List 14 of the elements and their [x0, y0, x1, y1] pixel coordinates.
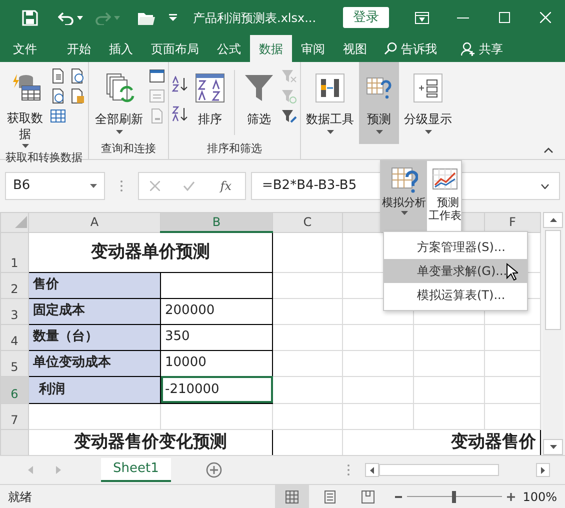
row-label: 售价 — [28, 272, 160, 298]
row-label: 利润 — [28, 376, 160, 403]
group-label: 排序和筛选 — [206, 141, 263, 157]
group-label: 获取和转换数据 — [4, 150, 84, 166]
table-cell: 350 — [160, 324, 272, 350]
table-title: 变动器单价预测 — [28, 232, 272, 272]
table-cell: 200000 — [160, 298, 272, 324]
row-label: 固定成本 — [28, 298, 160, 324]
table-cell: -210000 — [160, 376, 272, 403]
group-label: 查询和连接 — [100, 141, 157, 157]
window-title: 产品利润预测表.xlsx... — [193, 10, 316, 26]
status-text: 就绪 — [8, 488, 32, 506]
row-label: 单位变动成本 — [28, 350, 160, 376]
row-label: 数量（台） — [28, 324, 160, 350]
